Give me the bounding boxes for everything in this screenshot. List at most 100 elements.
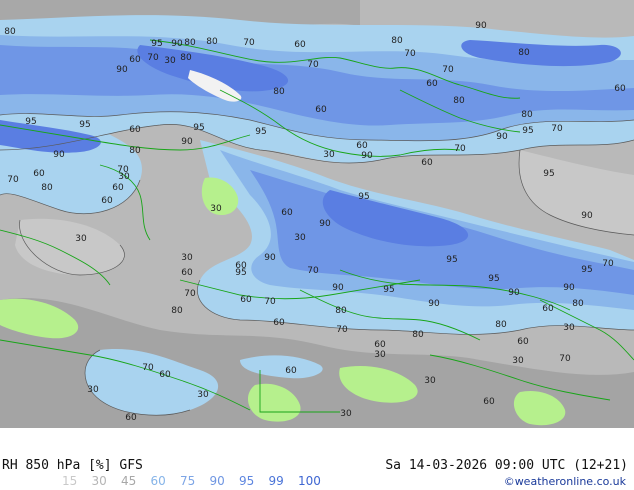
legend-value: 90 xyxy=(209,474,225,488)
contour-label: 60 xyxy=(517,337,529,347)
contour-label: 60 xyxy=(129,125,141,135)
contour-label: 80 xyxy=(572,299,584,309)
contour-label: 90 xyxy=(332,283,344,293)
contour-label: 90 xyxy=(563,283,575,293)
contour-label: 90 xyxy=(264,253,276,263)
contour-label: 30 xyxy=(197,390,209,400)
contour-label: 80 xyxy=(412,330,424,340)
contour-label: 60 xyxy=(426,79,438,89)
valid-time: Sa 14-03-2026 09:00 UTC (12+21) xyxy=(385,458,628,473)
contour-label: 60 xyxy=(159,370,171,380)
legend-value: 75 xyxy=(180,474,196,488)
map-title: RH 850 hPa [%] GFS xyxy=(2,458,143,473)
contour-label: 95 xyxy=(488,274,499,284)
contour-label: 60 xyxy=(294,40,306,50)
contour-label: 95 xyxy=(446,255,457,265)
contour-label: 80 xyxy=(453,96,465,106)
contour-label: 90 xyxy=(361,151,373,161)
contour-label: 80 xyxy=(41,183,53,193)
contour-label: 80 xyxy=(273,87,285,97)
contour-label: 90 xyxy=(508,288,520,298)
contour-label: 80 xyxy=(391,36,403,46)
contour-label: 30 xyxy=(563,323,575,333)
contour-label: 95 xyxy=(25,117,36,127)
contour-label: 70 xyxy=(454,144,466,154)
contour-label: 60 xyxy=(33,169,45,179)
contour-label: 70 xyxy=(7,175,19,185)
legend-value: 99 xyxy=(268,474,284,488)
contour-label: 60 xyxy=(281,208,293,218)
contour-label: 70 xyxy=(336,325,348,335)
weather-map: 80 90 95 90 80 80 70 60 80 70 80 60 70 30 80 90 70 70 60 60… xyxy=(0,0,634,428)
contour-label: 30 xyxy=(340,409,352,419)
contour-label: 90 xyxy=(53,150,65,160)
contour-label: 80 xyxy=(495,320,507,330)
contour-label: 60 xyxy=(374,340,386,350)
contour-label: 90 xyxy=(496,132,508,142)
contour-label: 30 xyxy=(512,356,524,366)
contour-label: 60 xyxy=(240,295,252,305)
contour-label: 60 xyxy=(181,268,193,278)
contour-label: 30 xyxy=(424,376,436,386)
contour-label: 30 xyxy=(294,233,306,243)
contour-label: 80 xyxy=(4,27,16,37)
contour-label: 80 xyxy=(335,306,347,316)
contour-label: 95 xyxy=(522,126,533,136)
contour-label: 90 xyxy=(581,211,593,221)
contour-label: 95 xyxy=(193,123,204,133)
contour-label: 30 xyxy=(210,204,222,214)
contour-label: 90 xyxy=(319,219,331,229)
contour-label: 90 xyxy=(475,21,487,31)
credit-link[interactable]: ©weatheronline.co.uk xyxy=(504,475,626,488)
contour-label: 70 xyxy=(243,38,255,48)
contour-label: 95 xyxy=(543,169,554,179)
contour-label: 30 xyxy=(323,150,335,160)
contour-label: 95 xyxy=(255,127,266,137)
contour-label: 30 xyxy=(164,56,176,66)
contour-label: 70 xyxy=(264,297,276,307)
contour-label: 30 xyxy=(87,385,99,395)
contour-label: 70 xyxy=(559,354,571,364)
contour-label: 60 xyxy=(112,183,124,193)
legend-value: 30 xyxy=(91,474,107,488)
contour-label: 60 xyxy=(315,105,327,115)
contour-label: 70 xyxy=(551,124,563,134)
contour-label: 70 xyxy=(442,65,454,75)
contour-label: 90 xyxy=(181,137,193,147)
legend-value: 15 xyxy=(62,474,78,488)
contour-label: 80 xyxy=(518,48,530,58)
contour-label: 80 xyxy=(184,38,196,48)
contour-label: 60 xyxy=(129,55,141,65)
contour-label: 80 xyxy=(180,53,192,63)
contour-label: 30 xyxy=(118,172,130,182)
legend-value: 100 xyxy=(298,474,321,488)
contour-label: 60 xyxy=(614,84,626,94)
contour-label: 30 xyxy=(75,234,87,244)
contour-label: 60 xyxy=(483,397,495,407)
map-footer: RH 850 hPa [%] GFS Sa 14-03-2026 09:00 U… xyxy=(0,428,634,490)
contour-label: 95 xyxy=(151,39,162,49)
contour-label: 70 xyxy=(184,289,196,299)
contour-label: 95 xyxy=(79,120,90,130)
contour-label: 95 xyxy=(235,268,246,278)
contour-label: 30 xyxy=(374,350,386,360)
contour-label: 95 xyxy=(358,192,369,202)
contour-label: 90 xyxy=(428,299,440,309)
contour-label: 60 xyxy=(125,413,137,423)
contour-label: 90 xyxy=(171,39,183,49)
contour-label: 60 xyxy=(285,366,297,376)
legend-value: 95 xyxy=(239,474,255,488)
contour-label: 70 xyxy=(307,60,319,70)
contour-label: 70 xyxy=(602,259,614,269)
contour-label: 80 xyxy=(129,146,141,156)
contour-label: 60 xyxy=(101,196,113,206)
contour-label: 95 xyxy=(383,285,394,295)
contour-label: 60 xyxy=(356,141,368,151)
contour-label: 70 xyxy=(404,49,416,59)
contour-label: 60 xyxy=(273,318,285,328)
contour-label: 70 xyxy=(147,53,159,63)
contour-label: 80 xyxy=(206,37,218,47)
legend-value: 60 xyxy=(150,474,166,488)
contour-label: 60 xyxy=(542,304,554,314)
contour-label: 90 xyxy=(116,65,128,75)
